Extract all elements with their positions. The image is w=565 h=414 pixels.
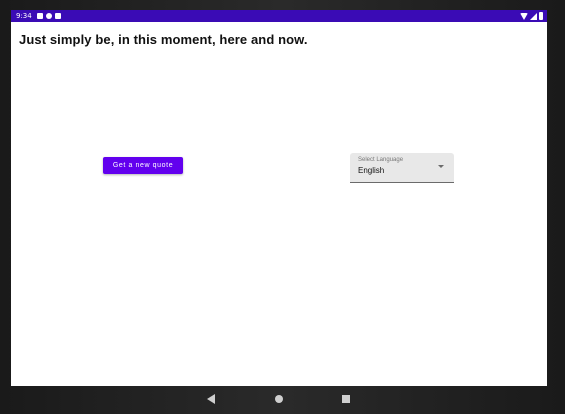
signal-icon	[530, 12, 537, 20]
sim-icon	[55, 13, 61, 19]
battery-icon	[539, 12, 543, 20]
dropdown-arrow-icon	[438, 165, 444, 168]
device-frame: 9:34 Just simply be, in this moment, her…	[0, 0, 565, 414]
navigation-bar	[0, 386, 565, 414]
recents-icon[interactable]	[342, 395, 350, 403]
back-icon[interactable]	[207, 394, 215, 404]
status-icons-left	[37, 13, 61, 19]
status-icons-right	[520, 12, 543, 20]
language-select-label: Select Language	[358, 157, 404, 163]
new-quote-button[interactable]: Get a new quote	[103, 157, 183, 174]
language-select-value: English	[358, 166, 385, 175]
notification-icon	[37, 13, 43, 19]
sync-icon	[46, 13, 52, 19]
wifi-icon	[520, 12, 528, 20]
app-screen: 9:34 Just simply be, in this moment, her…	[11, 10, 547, 386]
home-icon[interactable]	[275, 395, 283, 403]
quote-text: Just simply be, in this moment, here and…	[19, 32, 308, 47]
language-select[interactable]: Select Language English	[350, 153, 454, 183]
status-time: 9:34	[16, 12, 32, 20]
status-bar: 9:34	[11, 10, 547, 22]
